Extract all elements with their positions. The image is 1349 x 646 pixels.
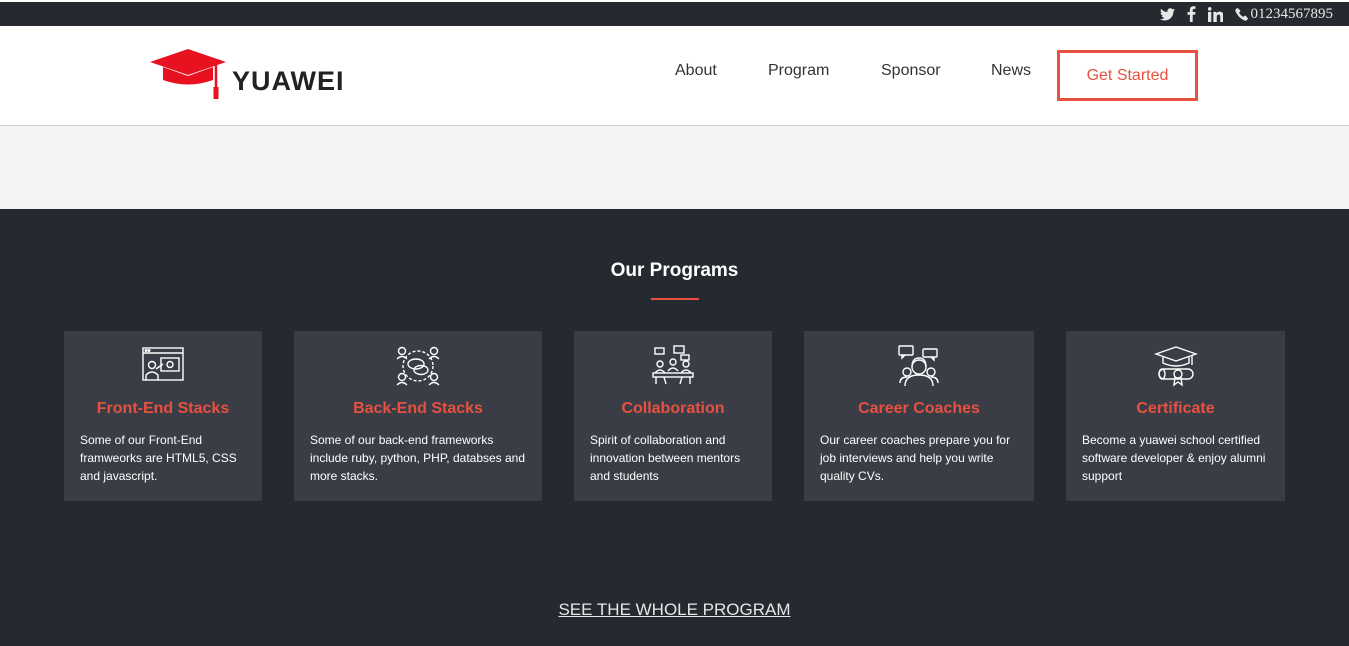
hero-banner bbox=[0, 126, 1349, 209]
twitter-icon[interactable] bbox=[1159, 5, 1175, 23]
linkedin-icon[interactable] bbox=[1207, 5, 1223, 23]
program-card-career-coaches[interactable]: Career Coaches Our career coaches prepar… bbox=[804, 331, 1034, 501]
site-header: YUAWEI About Program Sponsor News Get St… bbox=[0, 26, 1349, 126]
phone-text: 01234567895 bbox=[1250, 5, 1334, 22]
programs-section: Our Programs Front-End Stacks Some of ou… bbox=[0, 209, 1349, 646]
program-card-title: Career Coaches bbox=[858, 400, 980, 417]
social-links: 01234567895 bbox=[1159, 5, 1334, 23]
see-whole-program-link[interactable]: SEE THE WHOLE PROGRAM bbox=[558, 600, 790, 619]
program-card-text: Our career coaches prepare you for job i… bbox=[820, 433, 1011, 483]
webinar-icon bbox=[64, 345, 262, 387]
nav-about[interactable]: About bbox=[675, 62, 717, 80]
logo[interactable]: YUAWEI bbox=[150, 49, 345, 101]
logo-text: YUAWEI bbox=[232, 66, 345, 96]
nav-program[interactable]: Program bbox=[768, 62, 829, 80]
nav-sponsor[interactable]: Sponsor bbox=[881, 62, 941, 80]
program-card-text: Some of our Front-End framweorks are HTM… bbox=[80, 433, 237, 483]
program-card-title: Certificate bbox=[1136, 400, 1215, 417]
phone-icon bbox=[1234, 7, 1248, 21]
program-card-title: Collaboration bbox=[621, 400, 725, 417]
programs-title: Our Programs bbox=[610, 260, 739, 281]
diploma-icon bbox=[1066, 345, 1285, 387]
title-divider bbox=[651, 298, 699, 300]
program-card-text: Become a yuawei school certified softwar… bbox=[1082, 433, 1266, 483]
nav-news[interactable]: News bbox=[991, 62, 1031, 80]
network-chat-icon bbox=[294, 345, 542, 387]
program-card-back-end[interactable]: Back-End Stacks Some of our back-end fra… bbox=[294, 331, 542, 501]
see-all-wrapper: SEE THE WHOLE PROGRAM bbox=[0, 600, 1349, 620]
program-card-text: Spirit of collaboration and innovation b… bbox=[590, 433, 741, 483]
top-bar: 01234567895 bbox=[0, 0, 1349, 26]
meeting-icon bbox=[574, 345, 772, 387]
program-card-collaboration[interactable]: Collaboration Spirit of collaboration an… bbox=[574, 331, 772, 501]
facebook-icon[interactable] bbox=[1187, 5, 1196, 23]
phone-number: 01234567895 bbox=[1234, 5, 1334, 23]
program-card-text: Some of our back-end frameworks include … bbox=[310, 433, 526, 483]
get-started-button[interactable]: Get Started bbox=[1057, 50, 1198, 101]
program-card-title: Front-End Stacks bbox=[96, 400, 230, 417]
program-card-title: Back-End Stacks bbox=[353, 400, 483, 417]
program-card-certificate[interactable]: Certificate Become a yuawei school certi… bbox=[1066, 331, 1285, 501]
graduation-cap-icon bbox=[150, 49, 226, 99]
coaching-icon bbox=[804, 345, 1034, 387]
program-card-front-end[interactable]: Front-End Stacks Some of our Front-End f… bbox=[64, 331, 262, 501]
